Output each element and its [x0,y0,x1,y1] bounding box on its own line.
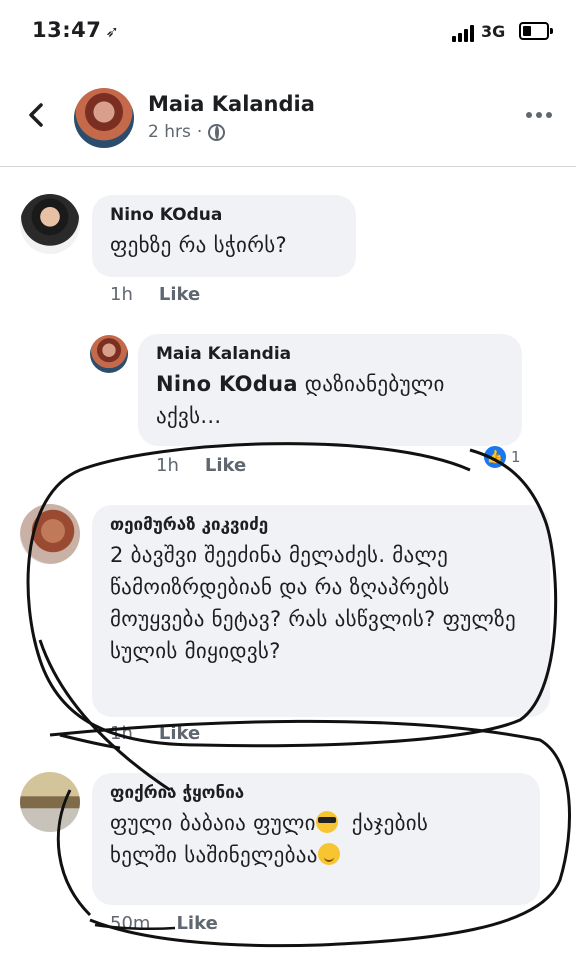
more-dots-icon[interactable] [526,112,552,118]
comment-bubble: ფიქრია ჭყონია ფული ბაბაია ფული ქაჯების ხ… [92,773,540,905]
thumbs-up-icon: 👍 [482,444,508,470]
mention-link[interactable]: Nino KOdua [156,372,298,396]
wink-emoji-icon [317,843,340,865]
comment-author[interactable]: ფიქრია ჭყონია [110,783,522,803]
chevron-left-icon[interactable] [24,102,50,128]
comment-bubble: Maia Kalandia Nino KOdua დაზიანებული აქვ… [138,334,522,446]
avatar[interactable] [20,772,80,832]
avatar[interactable] [74,88,134,148]
battery-icon [519,22,553,40]
comment-author[interactable]: Nino KOdua [110,205,338,225]
comment-time: 1h [110,723,133,744]
status-time: 13:47 ➶ [32,18,120,42]
comment-actions: 1h Like [110,723,200,744]
reaction-count: 1 [511,448,521,466]
signal-icon [452,24,474,42]
globe-icon [208,123,226,141]
comment-time: 1h [156,455,179,476]
comment-actions: 1h Like [156,455,246,476]
comment-text: ფული ბაბაია ფული ქაჯების ხელში საშინელებ… [110,811,429,867]
post-author[interactable]: Maia Kalandia [148,92,315,116]
like-button[interactable]: Like [159,723,200,744]
comment-text: ფეხზე რა სჭირს? [110,233,287,257]
comment-actions: 50m Like [110,913,218,934]
status-bar: 13:47 ➶ 3G [0,0,576,70]
like-button[interactable]: Like [205,455,246,476]
comment-author[interactable]: თეიმურაზ კიკვიძე [110,515,532,535]
like-button[interactable]: Like [159,284,200,305]
comment-actions: 1h Like [110,284,200,305]
post-meta: 2 hrs · [148,122,226,142]
like-button[interactable]: Like [176,913,217,934]
comment-author[interactable]: Maia Kalandia [156,344,504,364]
comment-time: 50m [110,913,151,934]
location-arrow-icon: ➶ [105,22,120,41]
avatar[interactable] [20,504,80,564]
post-time: 2 hrs [148,122,191,142]
comment-text: Nino KOdua დაზიანებული აქვს... [156,372,445,428]
meta-separator: · [196,122,203,142]
avatar[interactable] [90,335,128,373]
post-header: Maia Kalandia 2 hrs · [0,70,576,167]
comment-bubble: თეიმურაზ კიკვიძე 2 ბავშვი შეეძინა მელაძე… [92,505,550,717]
comment-bubble: Nino KOdua ფეხზე რა სჭირს? [92,195,356,277]
comment-text: 2 ბავშვი შეეძინა მელაძეს. მალე წამოიზრდე… [110,543,516,663]
reaction-badge[interactable]: 👍 1 [482,444,521,470]
network-type: 3G [481,22,506,41]
comment-time: 1h [110,284,133,305]
sunglasses-emoji-icon [315,811,338,833]
avatar[interactable] [20,194,80,254]
